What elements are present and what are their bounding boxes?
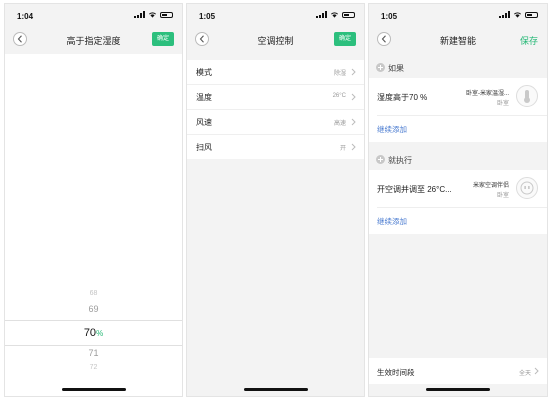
status-time: 1:05 bbox=[199, 12, 216, 21]
setting-row-mode[interactable]: 模式 除湿 bbox=[187, 60, 364, 85]
setting-label: 风速 bbox=[196, 118, 212, 127]
status-bar: 1:05 bbox=[187, 4, 364, 26]
action-text: 开空调并调至 26°C... bbox=[377, 185, 452, 194]
condition-device-name: 卧室-米家温湿... bbox=[466, 91, 509, 97]
add-circle-icon bbox=[376, 63, 385, 72]
if-section-header: 如果 bbox=[369, 60, 547, 76]
home-indicator[interactable] bbox=[426, 388, 490, 391]
setting-value: 26°C bbox=[332, 93, 346, 99]
add-condition-link[interactable]: 继续添加 bbox=[377, 124, 407, 135]
setting-row-temperature[interactable]: 温度 26°C bbox=[187, 85, 364, 110]
humidity-unit: % bbox=[96, 329, 104, 338]
setting-label: 温度 bbox=[196, 93, 212, 102]
wifi-icon bbox=[149, 12, 156, 18]
confirm-button[interactable]: 确定 bbox=[152, 32, 174, 46]
divider bbox=[377, 115, 547, 116]
if-label: 如果 bbox=[388, 64, 404, 73]
nav-bar: 新建智能 保存 bbox=[369, 28, 547, 54]
ac-plug-icon bbox=[516, 177, 538, 199]
condition-text: 湿度高于70 % bbox=[377, 93, 428, 102]
action-row[interactable]: 开空调并调至 26°C... 米家空调伴侣 卧室 bbox=[369, 170, 547, 206]
action-device-room: 卧室 bbox=[496, 193, 509, 199]
condition-card: 湿度高于70 % 卧室-米家温湿... 卧室 继续添加 bbox=[369, 78, 547, 142]
then-label: 就执行 bbox=[388, 156, 412, 165]
chevron-right-icon bbox=[351, 93, 356, 101]
divider bbox=[377, 207, 547, 208]
setting-row-fan-speed[interactable]: 风速 高速 bbox=[187, 110, 364, 135]
setting-label: 模式 bbox=[196, 68, 212, 77]
nav-bar: 高于指定湿度 确定 bbox=[5, 28, 182, 54]
battery-icon bbox=[525, 11, 538, 18]
action-device-name: 米家空调伴侣 bbox=[472, 183, 509, 189]
confirm-button[interactable]: 确定 bbox=[334, 32, 356, 46]
chevron-right-icon bbox=[351, 118, 356, 126]
setting-value: 除湿 bbox=[333, 71, 346, 77]
effective-period-label: 生效时间段 bbox=[377, 368, 415, 377]
setting-label: 扫风 bbox=[196, 143, 212, 152]
condition-device-room: 卧室 bbox=[496, 101, 509, 107]
ac-control-screen: 1:05 空调控制 确定 模式 除湿 温度 26°C 风速 高速 扫风 开 bbox=[186, 3, 365, 397]
picker-option[interactable]: 72 bbox=[5, 364, 182, 371]
ac-settings-list: 模式 除湿 温度 26°C 风速 高速 扫风 开 bbox=[187, 60, 364, 159]
home-indicator[interactable] bbox=[61, 388, 126, 391]
humidity-threshold-screen: 1:04 高于指定湿度 确定 68 69 70% 71 72 bbox=[4, 3, 183, 397]
picker-option[interactable]: 71 bbox=[5, 348, 182, 358]
status-time: 1:04 bbox=[17, 12, 34, 21]
home-indicator[interactable] bbox=[243, 388, 308, 391]
picker-option[interactable]: 69 bbox=[5, 304, 182, 314]
picker-selected-value[interactable]: 70% bbox=[5, 320, 182, 346]
save-button[interactable]: 保存 bbox=[520, 34, 538, 47]
signal-icon bbox=[316, 11, 327, 18]
status-time: 1:05 bbox=[381, 12, 398, 21]
status-bar: 1:05 bbox=[369, 4, 547, 26]
signal-icon bbox=[499, 11, 510, 18]
battery-icon bbox=[342, 11, 355, 18]
chevron-right-icon bbox=[351, 143, 356, 151]
selected-humidity: 70 bbox=[83, 327, 97, 339]
setting-row-swing[interactable]: 扫风 开 bbox=[187, 135, 364, 159]
hygrometer-icon bbox=[516, 85, 538, 107]
nav-bar: 空调控制 确定 bbox=[187, 28, 364, 54]
chevron-right-icon bbox=[534, 367, 539, 375]
humidity-picker[interactable]: 68 69 70% 71 72 bbox=[5, 54, 182, 396]
effective-period-row[interactable]: 生效时间段 全天 bbox=[369, 358, 547, 384]
effective-period-value: 全天 bbox=[518, 371, 531, 377]
wifi-icon bbox=[331, 12, 338, 18]
add-circle-icon bbox=[376, 155, 385, 164]
picker-option[interactable]: 68 bbox=[5, 290, 182, 297]
setting-value: 开 bbox=[339, 146, 346, 152]
chevron-right-icon bbox=[351, 68, 356, 76]
battery-icon bbox=[160, 11, 173, 18]
signal-icon bbox=[134, 11, 145, 18]
wifi-icon bbox=[514, 12, 521, 18]
condition-row[interactable]: 湿度高于70 % 卧室-米家温湿... 卧室 bbox=[369, 78, 547, 114]
setting-value: 高速 bbox=[333, 121, 346, 127]
action-card: 开空调并调至 26°C... 米家空调伴侣 卧室 继续添加 bbox=[369, 170, 547, 234]
add-action-link[interactable]: 继续添加 bbox=[377, 216, 407, 227]
new-automation-screen: 1:05 新建智能 保存 如果 湿度高于70 % 卧室-米家温湿... 卧室 继… bbox=[368, 3, 548, 397]
then-section-header: 就执行 bbox=[369, 152, 547, 168]
status-bar: 1:04 bbox=[5, 4, 182, 26]
